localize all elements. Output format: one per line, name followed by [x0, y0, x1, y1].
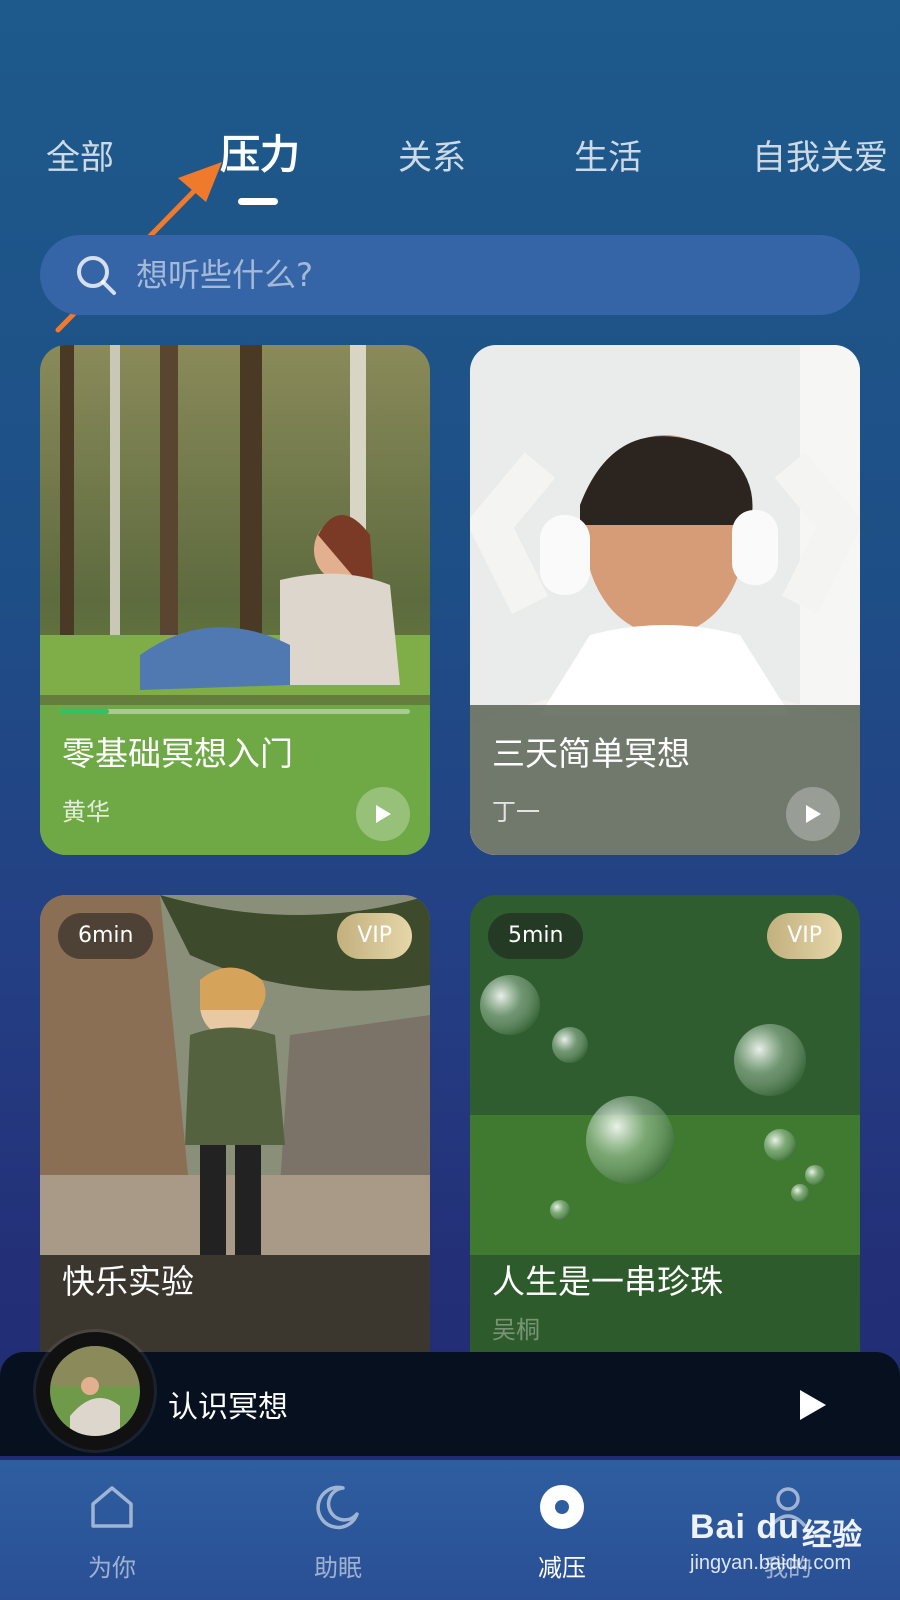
tab-relationship[interactable]: 关系: [398, 130, 466, 186]
album-art-image: [50, 1346, 140, 1436]
tab-stress[interactable]: 压力: [220, 127, 300, 183]
nav-label: 为你: [88, 1554, 136, 1582]
nav-item-sleep[interactable]: 助眠: [268, 1460, 408, 1600]
vip-badge: VIP: [767, 913, 842, 959]
card-author: 吴桐: [492, 1316, 540, 1344]
play-button[interactable]: [786, 787, 840, 841]
tab-all[interactable]: 全部: [46, 130, 114, 186]
play-icon: [806, 805, 821, 823]
mini-player[interactable]: 认识冥想: [0, 1332, 900, 1456]
nav-item-for-you[interactable]: 为你: [42, 1460, 182, 1600]
nav-item-profile[interactable]: 我的: [718, 1460, 858, 1600]
bottom-nav: 为你 助眠 减压 我的: [0, 1460, 900, 1600]
course-card[interactable]: 三天简单冥想 丁一: [470, 345, 860, 855]
home-icon: [91, 1486, 133, 1528]
nav-label: 助眠: [314, 1554, 362, 1582]
play-button[interactable]: [356, 787, 410, 841]
target-icon: [540, 1485, 584, 1529]
course-card[interactable]: 零基础冥想入门 黄华: [40, 345, 430, 855]
progress-bar: [60, 709, 410, 714]
card-author: 黄华: [62, 798, 110, 826]
mini-player-title: 认识冥想: [168, 1390, 288, 1425]
album-art: [36, 1332, 154, 1450]
card-author: 丁一: [492, 798, 540, 826]
course-card[interactable]: 6min VIP 快乐实验: [40, 895, 430, 1395]
duration-badge: 5min: [488, 913, 584, 959]
moon-icon: [316, 1485, 359, 1530]
course-card[interactable]: 5min VIP 人生是一串珍珠 吴桐: [470, 895, 860, 1395]
tab-self-care[interactable]: 自我关爱: [752, 130, 888, 186]
progress-fill: [60, 709, 109, 714]
duration-badge: 6min: [58, 913, 154, 959]
card-title: 三天简单冥想: [492, 734, 690, 773]
mini-play-button[interactable]: [798, 1388, 828, 1422]
search-input[interactable]: [136, 256, 776, 294]
card-title: 零基础冥想入门: [62, 734, 293, 773]
active-tab-indicator: [238, 198, 278, 205]
category-tabs: 全部 压力 关系 生活 自我关爱: [46, 130, 900, 210]
search-icon: [77, 256, 116, 295]
tab-life[interactable]: 生活: [574, 130, 642, 186]
play-icon: [376, 805, 391, 823]
profile-icon: [769, 1487, 807, 1528]
nav-item-stress-relief[interactable]: 减压: [492, 1460, 632, 1600]
card-title: 快乐实验: [62, 1262, 194, 1301]
vip-badge: VIP: [337, 913, 412, 959]
card-title: 人生是一串珍珠: [492, 1262, 723, 1301]
nav-label: 减压: [538, 1554, 586, 1582]
search-bar[interactable]: [40, 235, 860, 315]
nav-label: 我的: [764, 1554, 812, 1582]
